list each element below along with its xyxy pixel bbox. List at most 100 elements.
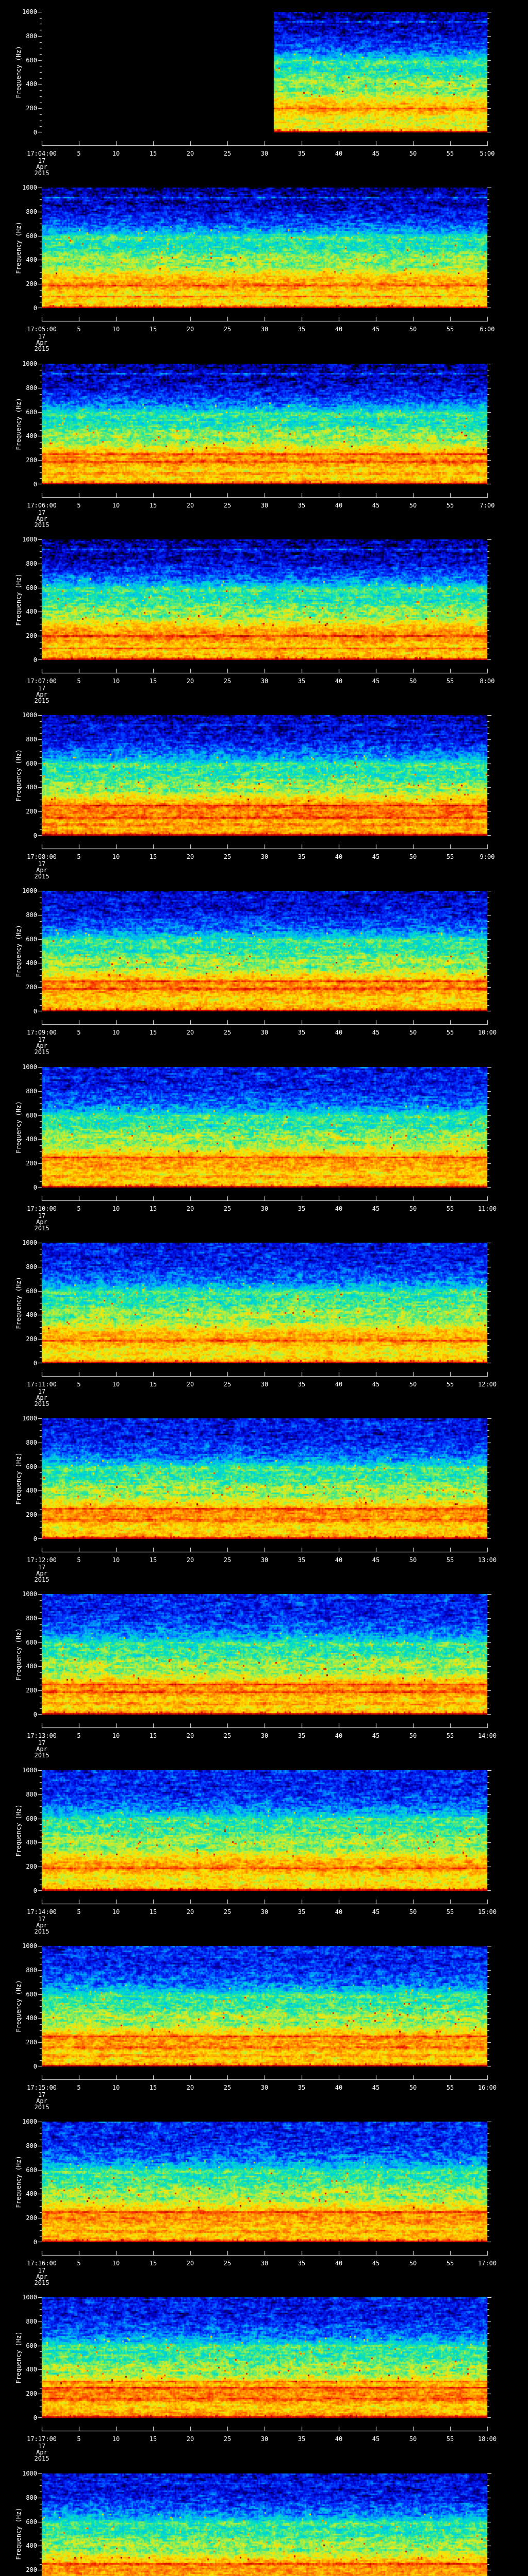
- y-tick-label: 800: [14, 1088, 37, 1094]
- x-minute-label: 55: [447, 150, 454, 157]
- x-minute-label: 50: [409, 1733, 417, 1739]
- x-minute-label: 20: [187, 326, 194, 332]
- x-minute-label: 55: [447, 1381, 454, 1387]
- x-start-time-label: 17:06:00: [27, 502, 57, 509]
- spectrogram-panel-13:00-14:00: Frequency (Hz) 0200400600800100017:13:00…: [0, 1594, 528, 1770]
- y-tick-label: 600: [14, 1816, 37, 1822]
- y-tick-label: 0: [14, 2063, 37, 2070]
- spectrogram-canvas: [0, 2297, 528, 2473]
- y-tick-label: 600: [14, 585, 37, 591]
- y-axis-title: Frequency (Hz): [15, 2331, 22, 2383]
- date-line: 2015: [35, 346, 50, 352]
- y-axis-title: Frequency (Hz): [15, 222, 22, 274]
- x-minute-label: 30: [261, 1029, 268, 1036]
- x-minute-label: 55: [447, 1733, 454, 1739]
- x-minute-label: 50: [409, 150, 417, 157]
- x-end-time-label: 17:00: [478, 2260, 497, 2266]
- x-minute-label: 45: [372, 1029, 380, 1036]
- date-line: 2015: [35, 1577, 50, 1583]
- spectrogram-panel-12:00-13:00: Frequency (Hz) 0200400600800100017:12:00…: [0, 1418, 528, 1594]
- x-minute-label: 35: [298, 678, 305, 684]
- x-end-time-label: 5:00: [480, 150, 495, 157]
- x-minute-label: 5: [77, 678, 80, 684]
- x-end-time-label: 10:00: [478, 1029, 497, 1036]
- x-start-time-label: 17:09:00: [27, 1029, 57, 1036]
- y-tick-label: 600: [14, 2519, 37, 2525]
- date-line: 2015: [35, 2455, 50, 2462]
- x-minute-label: 20: [187, 502, 194, 509]
- x-minute-label: 35: [298, 1206, 305, 1212]
- x-minute-label: 55: [447, 678, 454, 684]
- spectrogram-canvas: [0, 1067, 528, 1243]
- y-tick-label: 800: [14, 2495, 37, 2501]
- spectrogram-canvas: [0, 715, 528, 891]
- x-minute-label: 10: [112, 2436, 120, 2442]
- y-tick-label: 400: [14, 784, 37, 790]
- x-minute-label: 30: [261, 1557, 268, 1563]
- x-start-time-label: 17:11:00: [27, 1381, 57, 1387]
- x-minute-label: 5: [77, 1557, 80, 1563]
- x-minute-label: 55: [447, 2436, 454, 2442]
- spectrogram-panel-04:00-05:00: Frequency (Hz) 0200400600800100017:04:00…: [0, 12, 528, 188]
- x-minute-label: 45: [372, 1909, 380, 1915]
- x-minute-label: 20: [187, 2260, 194, 2266]
- x-minute-label: 10: [112, 1733, 120, 1739]
- y-tick-label: 0: [14, 2239, 37, 2245]
- date-line: 2015: [35, 1928, 50, 1935]
- x-minute-label: 55: [447, 1909, 454, 1915]
- x-minute-label: 5: [77, 502, 80, 509]
- x-minute-label: 50: [409, 1557, 417, 1563]
- x-minute-label: 40: [335, 1206, 342, 1212]
- y-tick-label: 200: [14, 2567, 37, 2573]
- y-tick-label: 600: [14, 57, 37, 63]
- y-tick-label: 400: [14, 257, 37, 263]
- date-line: 2015: [35, 1049, 50, 1055]
- y-tick-label: 200: [14, 457, 37, 463]
- x-minute-label: 50: [409, 678, 417, 684]
- y-tick-label: 1000: [14, 2119, 37, 2125]
- x-minute-label: 5: [77, 1733, 80, 1739]
- y-tick-label: 600: [14, 233, 37, 239]
- x-minute-label: 5: [77, 2260, 80, 2266]
- x-minute-label: 30: [261, 1733, 268, 1739]
- y-tick-label: 800: [14, 2318, 37, 2325]
- x-minute-label: 15: [150, 150, 157, 157]
- x-minute-label: 10: [112, 1909, 120, 1915]
- x-minute-label: 35: [298, 1733, 305, 1739]
- spectrogram-panel-11:00-12:00: Frequency (Hz) 0200400600800100017:11:00…: [0, 1243, 528, 1418]
- x-minute-label: 40: [335, 2436, 342, 2442]
- x-minute-label: 15: [150, 1206, 157, 1212]
- y-tick-label: 1000: [14, 1591, 37, 1597]
- x-minute-label: 35: [298, 502, 305, 509]
- x-minute-label: 35: [298, 2260, 305, 2266]
- y-axis-title: Frequency (Hz): [15, 1277, 22, 1329]
- date-line: 2015: [35, 522, 50, 528]
- spectrogram-panel-08:00-09:00: Frequency (Hz) 0200400600800100017:08:00…: [0, 715, 528, 891]
- y-tick-label: 400: [14, 2191, 37, 2197]
- x-minute-label: 40: [335, 854, 342, 860]
- x-start-time-label: 17:05:00: [27, 326, 57, 332]
- x-minute-label: 40: [335, 2084, 342, 2091]
- x-minute-label: 20: [187, 1733, 194, 1739]
- x-minute-label: 35: [298, 150, 305, 157]
- x-minute-label: 20: [187, 1381, 194, 1387]
- y-tick-label: 0: [14, 1360, 37, 1366]
- x-start-time-label: 17:14:00: [27, 1909, 57, 1915]
- y-tick-label: 400: [14, 1839, 37, 1845]
- x-minute-label: 55: [447, 1029, 454, 1036]
- y-tick-label: 800: [14, 561, 37, 567]
- spectrogram-panel-06:00-07:00: Frequency (Hz) 0200400600800100017:06:00…: [0, 364, 528, 539]
- spectrogram-panel-10:00-11:00: Frequency (Hz) 0200400600800100017:10:00…: [0, 1067, 528, 1243]
- spectrogram-canvas: [0, 1418, 528, 1594]
- date-line: 2015: [35, 170, 50, 176]
- x-minute-label: 15: [150, 1733, 157, 1739]
- x-start-time-label: 17:07:00: [27, 678, 57, 684]
- spectrogram-canvas: [0, 2122, 528, 2297]
- y-tick-label: 400: [14, 1663, 37, 1669]
- x-minute-label: 45: [372, 2260, 380, 2266]
- date-line: 2015: [35, 873, 50, 879]
- x-start-time-label: 17:17:00: [27, 2436, 57, 2442]
- x-start-time-label: 17:16:00: [27, 2260, 57, 2266]
- x-minute-label: 40: [335, 2260, 342, 2266]
- x-minute-label: 50: [409, 2436, 417, 2442]
